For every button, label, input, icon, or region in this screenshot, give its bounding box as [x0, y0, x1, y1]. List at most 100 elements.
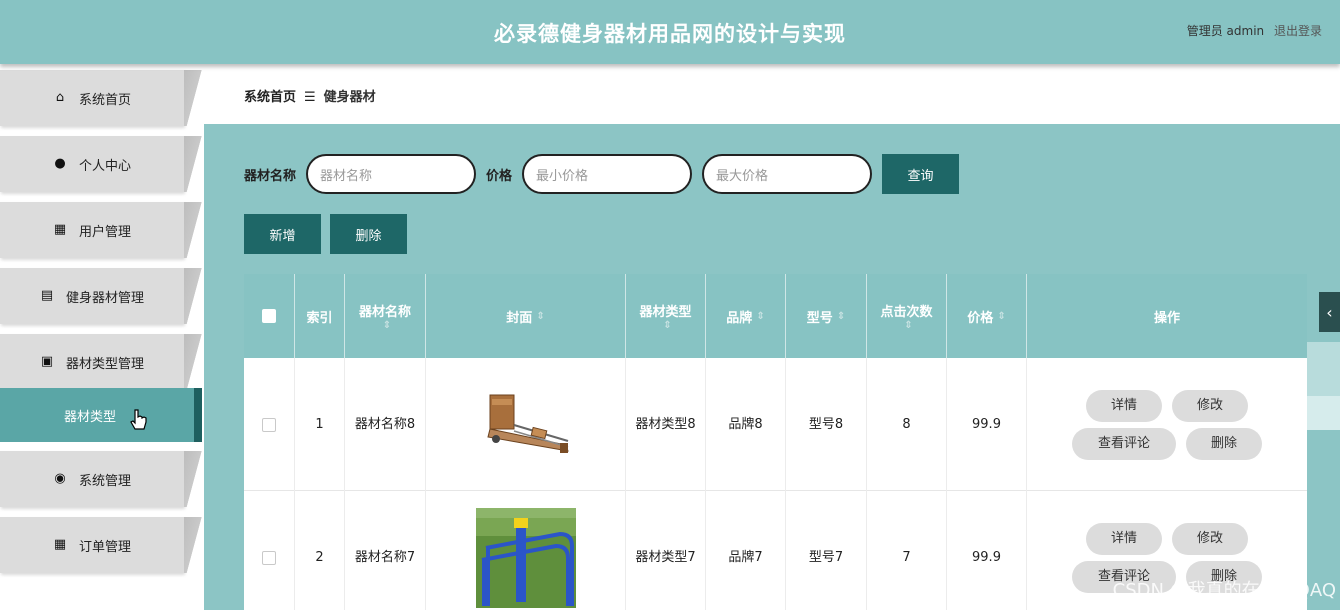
table-header: 索引 器材名称 ⇕ 封面 ⇕ 器材类型 ⇕ 品牌 ⇕ 型号 ⇕ 点击次数 ⇕ 价格 ⇕ 操作 — [244, 274, 1307, 358]
breadcrumb-bar: 系统首页 ☰ 健身器材 — [204, 64, 1340, 124]
col-type-label: 器材类型 — [639, 305, 692, 320]
top-header: 必录德健身器材用品网的设计与实现 管理员 admin 退出登录 — [0, 0, 1340, 64]
name-label: 器材名称 — [244, 168, 297, 184]
cell-name: 器材名称7 — [345, 491, 426, 610]
sidebar-subitem-label: 器材类型 — [64, 410, 117, 425]
col-index: 索引 — [295, 274, 345, 358]
grid-icon: ▦ — [53, 222, 67, 237]
cell-model: 型号7 — [786, 491, 867, 610]
col-price-label: 价格 — [967, 310, 994, 326]
sidebar-item-profile[interactable]: ● 个人中心 — [0, 136, 204, 192]
rowing-machine-image[interactable] — [476, 385, 576, 465]
col-brand-label: 品牌 — [726, 310, 753, 326]
hand-cursor-icon — [130, 409, 147, 430]
side-panel-tab[interactable] — [1307, 396, 1340, 430]
sidebar-item-system[interactable]: ◉ 系统管理 — [0, 451, 204, 507]
chat-icon: ▤ — [40, 288, 54, 303]
col-cover[interactable]: 封面 ⇕ — [426, 274, 626, 358]
cell-clicks: 7 — [867, 491, 947, 610]
equipment-table: 索引 器材名称 ⇕ 封面 ⇕ 器材类型 ⇕ 品牌 ⇕ 型号 ⇕ 点击次数 ⇕ 价格 ⇕ 操作 … — [244, 274, 1307, 610]
view-comments-button[interactable]: 查看评论 — [1072, 427, 1176, 460]
sort-icon: ⇕ — [836, 310, 846, 322]
select-all-checkbox[interactable] — [262, 309, 276, 323]
col-model[interactable]: 型号 ⇕ — [786, 274, 867, 358]
add-button[interactable]: 新增 — [244, 214, 321, 254]
logout-link[interactable]: 退出登录 — [1274, 24, 1322, 38]
breadcrumb-current: 健身器材 — [323, 90, 376, 105]
watermark: CSDN @我真的在拉扯QAQ — [1112, 580, 1336, 601]
row-select-cell — [244, 491, 295, 610]
col-brand[interactable]: 品牌 ⇕ — [706, 274, 786, 358]
cell-index: 1 — [295, 358, 345, 491]
sidebar-item-orders[interactable]: ▦ 订单管理 — [0, 517, 204, 573]
col-price[interactable]: 价格 ⇕ — [947, 274, 1027, 358]
cell-type: 器材类型8 — [626, 358, 706, 491]
select-all-cell — [244, 274, 295, 358]
sidebar-item-label: 健身器材管理 — [65, 290, 144, 306]
col-name-label: 器材名称 — [358, 305, 411, 320]
sort-icon: ⇕ — [904, 320, 913, 331]
col-model-label: 型号 — [806, 310, 833, 326]
col-name[interactable]: 器材名称 ⇕ — [345, 274, 426, 358]
cell-ops: 详情 修改 查看评论 删除 — [1027, 358, 1307, 491]
cell-cover — [426, 491, 626, 610]
edit-button[interactable]: 修改 — [1172, 389, 1248, 422]
sidebar-item-home[interactable]: ⌂ 系统首页 — [0, 70, 204, 126]
sidebar-item-equipment-types[interactable]: ▣ 器材类型管理 — [0, 334, 204, 390]
sidebar-item-equipment[interactable]: ▤ 健身器材管理 — [0, 268, 204, 324]
col-clicks[interactable]: 点击次数 ⇕ — [867, 274, 947, 358]
bulb-icon: ◉ — [54, 471, 66, 486]
cell-price: 99.9 — [947, 491, 1027, 610]
sidebar-item-label: 系统首页 — [78, 92, 131, 108]
max-price-input[interactable]: 最大价格 — [702, 154, 873, 194]
cell-brand: 品牌7 — [706, 491, 786, 610]
ops-group: 详情 修改 查看评论 删除 — [1067, 389, 1267, 460]
cell-clicks: 8 — [867, 358, 947, 491]
col-cover-label: 封面 — [506, 310, 533, 326]
sidebar-item-label: 系统管理 — [78, 473, 131, 489]
table-row: 1 器材名称8 器材类型8 品牌8 型号8 8 99.9 详情 修改 查看评论 — [244, 358, 1307, 491]
home-icon: ⌂ — [55, 90, 65, 105]
col-ops: 操作 — [1153, 310, 1180, 326]
sort-icon: ⇕ — [382, 320, 392, 331]
cell-name: 器材名称8 — [345, 358, 426, 491]
sort-icon: ⇕ — [997, 310, 1006, 322]
delete-button[interactable]: 删除 — [330, 214, 407, 254]
sort-icon: ⇕ — [756, 310, 765, 322]
query-button[interactable]: 查询 — [882, 154, 960, 194]
search-bar: 器材名称 器材名称 价格 最小价格 最大价格 查询 — [244, 154, 960, 194]
sidebar-item-users[interactable]: ▦ 用户管理 — [0, 202, 204, 258]
cell-cover — [426, 358, 626, 491]
cell-index: 2 — [295, 491, 345, 610]
person-icon: ● — [54, 156, 66, 171]
edit-button[interactable]: 修改 — [1172, 522, 1248, 555]
sidebar-item-label: 订单管理 — [78, 539, 131, 555]
breadcrumb-home[interactable]: 系统首页 — [244, 90, 296, 105]
col-type[interactable]: 器材类型 ⇕ — [626, 274, 706, 358]
row-select-cell — [244, 358, 295, 491]
side-panel-tab[interactable] — [1307, 342, 1340, 396]
row-checkbox[interactable] — [262, 417, 276, 432]
collapse-arrow-icon[interactable]: ‹ — [1319, 292, 1340, 332]
admin-label: 管理员 admin — [1186, 24, 1265, 38]
outdoor-parallel-bars-image[interactable] — [475, 507, 576, 608]
min-price-input[interactable]: 最小价格 — [522, 154, 693, 194]
user-area: 管理员 admin 退出登录 — [1181, 22, 1322, 39]
sidebar-item-label: 用户管理 — [78, 224, 131, 240]
row-checkbox[interactable] — [262, 550, 276, 565]
row-delete-button[interactable]: 删除 — [1186, 427, 1262, 460]
cell-type: 器材类型7 — [626, 491, 706, 610]
sidebar-subitem-equipment-type[interactable]: 器材类型 — [0, 388, 202, 442]
price-label: 价格 — [486, 168, 513, 184]
name-search-input[interactable]: 器材名称 — [306, 154, 477, 194]
site-title: 必录德健身器材用品网的设计与实现 — [494, 22, 846, 46]
col-clicks-label: 点击次数 — [880, 305, 933, 320]
detail-button[interactable]: 详情 — [1086, 389, 1162, 422]
sort-icon: ⇕ — [663, 320, 672, 331]
grid-icon: ▦ — [53, 537, 67, 552]
cell-price: 99.9 — [947, 358, 1027, 491]
sidebar-item-label: 个人中心 — [78, 158, 131, 174]
detail-button[interactable]: 详情 — [1086, 522, 1162, 555]
cell-model: 型号8 — [786, 358, 867, 491]
sort-icon: ⇕ — [536, 310, 545, 322]
